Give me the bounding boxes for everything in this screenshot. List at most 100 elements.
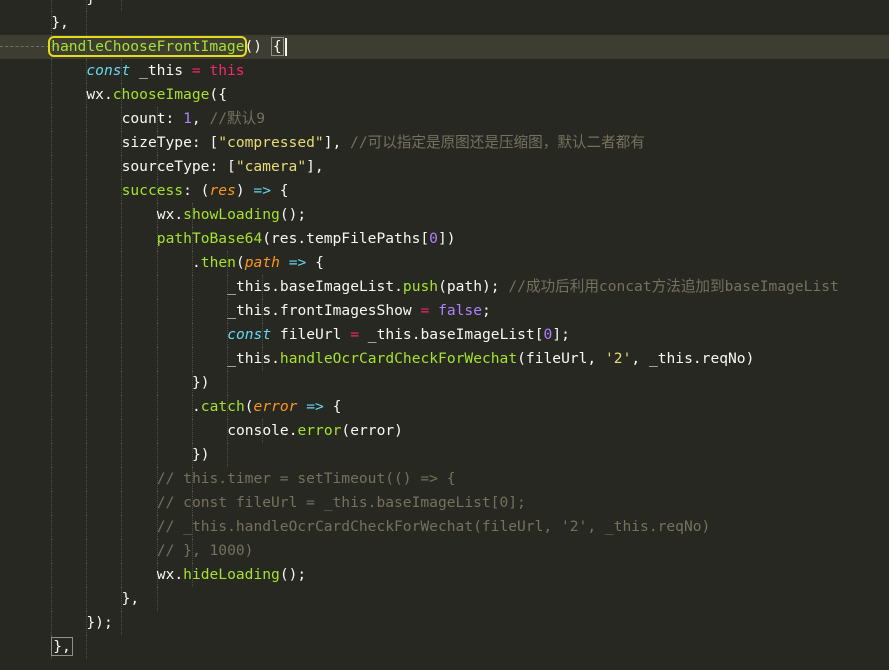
code-text: pathToBase64(res.tempFilePaths[0]) [157,227,456,251]
code-token: error [253,398,298,415]
indent-guide [121,299,123,323]
code-line[interactable]: }, [0,587,889,611]
code-line[interactable]: success: (res) => { [0,179,889,203]
code-editor[interactable]: }},handleChooseFrontImage() {const _this… [0,0,889,670]
code-token: // this.timer = setTimeout(() => { [156,470,456,487]
code-token: ], [323,134,351,151]
code-line[interactable]: wx.chooseImage({ [0,83,889,107]
code-line[interactable]: // }, 1000) [0,539,889,563]
indent-guide [86,467,88,491]
indent-guide [51,419,52,443]
code-line[interactable]: const _this = this [0,59,889,83]
code-line[interactable]: }) [0,371,889,395]
indent-guide [51,299,52,323]
code-token: ]; [552,326,570,343]
code-token: (error) [341,422,403,439]
code-token: => [306,398,324,415]
code-line[interactable]: console.error(error) [0,419,889,443]
code-text: wx.hideLoading(); [157,563,306,587]
code-line-current[interactable]: handleChooseFrontImage() { [0,35,889,59]
indent-guide [156,275,158,299]
code-token: // _this.handleOcrCardCheckForWechat(fil… [156,518,711,535]
code-line[interactable]: _this.handleOcrCardCheckForWechat(fileUr… [0,347,889,371]
code-token: showLoading [183,206,280,223]
code-token: sizeType: [ [121,134,219,151]
indent-guide [86,299,88,323]
indent-guide [51,323,52,347]
indent-guide [51,587,52,611]
indent-guide [156,347,158,371]
indent-guide [51,251,52,275]
indent-guide [51,347,52,371]
indent-guide [121,515,123,539]
code-line[interactable]: }); [0,611,889,635]
code-token: . [192,398,201,415]
code-text: // this.timer = setTimeout(() => { [157,467,456,491]
code-token: res [209,182,236,199]
code-token: (); [279,566,307,583]
code-line[interactable]: wx.hideLoading(); [0,563,889,587]
matching-bracket: }, [51,637,73,656]
code-token: const [86,62,131,79]
code-line[interactable]: _this.baseImageList.push(path); //成功后利用c… [0,275,889,299]
code-line[interactable]: } [0,0,889,11]
indent-guide [121,491,123,515]
code-token: pathToBase64 [156,230,263,247]
indent-guide [156,587,158,611]
indent-guide [121,539,123,563]
indent-guide [121,563,123,587]
indent-guide [191,299,193,323]
code-line[interactable]: pathToBase64(res.tempFilePaths[0]) [0,227,889,251]
code-line[interactable]: wx.showLoading(); [0,203,889,227]
indent-guide [86,227,88,251]
indent-guide [51,59,52,83]
code-line[interactable]: count: 1, //默认9 [0,107,889,131]
indent-guide [156,443,158,467]
code-token: handleOcrCardCheckForWechat [279,350,518,367]
code-text: const fileUrl = _this.baseImageList[0]; [227,323,570,347]
indent-guide [86,347,88,371]
indent-guide [86,635,88,659]
code-line[interactable]: }, [0,635,889,659]
code-token: error [297,422,342,439]
code-line[interactable]: // const fileUrl = _this.baseImageList[0… [0,491,889,515]
code-token: ) [235,182,254,199]
code-line[interactable]: // _this.handleOcrCardCheckForWechat(fil… [0,515,889,539]
code-line[interactable]: _this.frontImagesShow = false; [0,299,889,323]
code-token: false [438,302,483,319]
indent-guide [86,443,88,467]
code-line[interactable]: }, [0,11,889,35]
indent-guide [86,203,88,227]
indent-guide [121,227,123,251]
code-text: const _this = this [86,59,244,83]
code-line[interactable]: .catch(error => { [0,395,889,419]
code-line[interactable]: // this.timer = setTimeout(() => { [0,467,889,491]
code-text: }, [51,11,69,35]
indent-guide [156,395,158,419]
code-token: 1 [183,110,192,127]
indent-guide [227,371,228,395]
code-line[interactable]: const fileUrl = _this.baseImageList[0]; [0,323,889,347]
code-token: "camera" [235,158,307,175]
indent-guide [121,251,123,275]
code-token: { [270,182,289,199]
code-token: push [402,278,439,295]
code-line[interactable]: .then(path => { [0,251,889,275]
indent-guide [121,347,123,371]
code-line[interactable]: sizeType: ["compressed"], //可以指定是原图还是压缩图… [0,131,889,155]
code-token: success [121,182,184,199]
code-text: _this.handleOcrCardCheckForWechat(fileUr… [227,347,754,371]
code-text: .then(path => { [192,251,324,275]
code-line[interactable]: sourceType: ["camera"], [0,155,889,179]
code-token: ]) [437,230,456,247]
code-token: //默认9 [209,110,266,127]
code-token: _this.baseImageList[ [359,326,544,343]
code-line[interactable]: }) [0,443,889,467]
code-token: () [244,38,271,55]
indent-guide [51,395,52,419]
code-token: => [288,254,307,271]
indent-guide [156,419,158,443]
